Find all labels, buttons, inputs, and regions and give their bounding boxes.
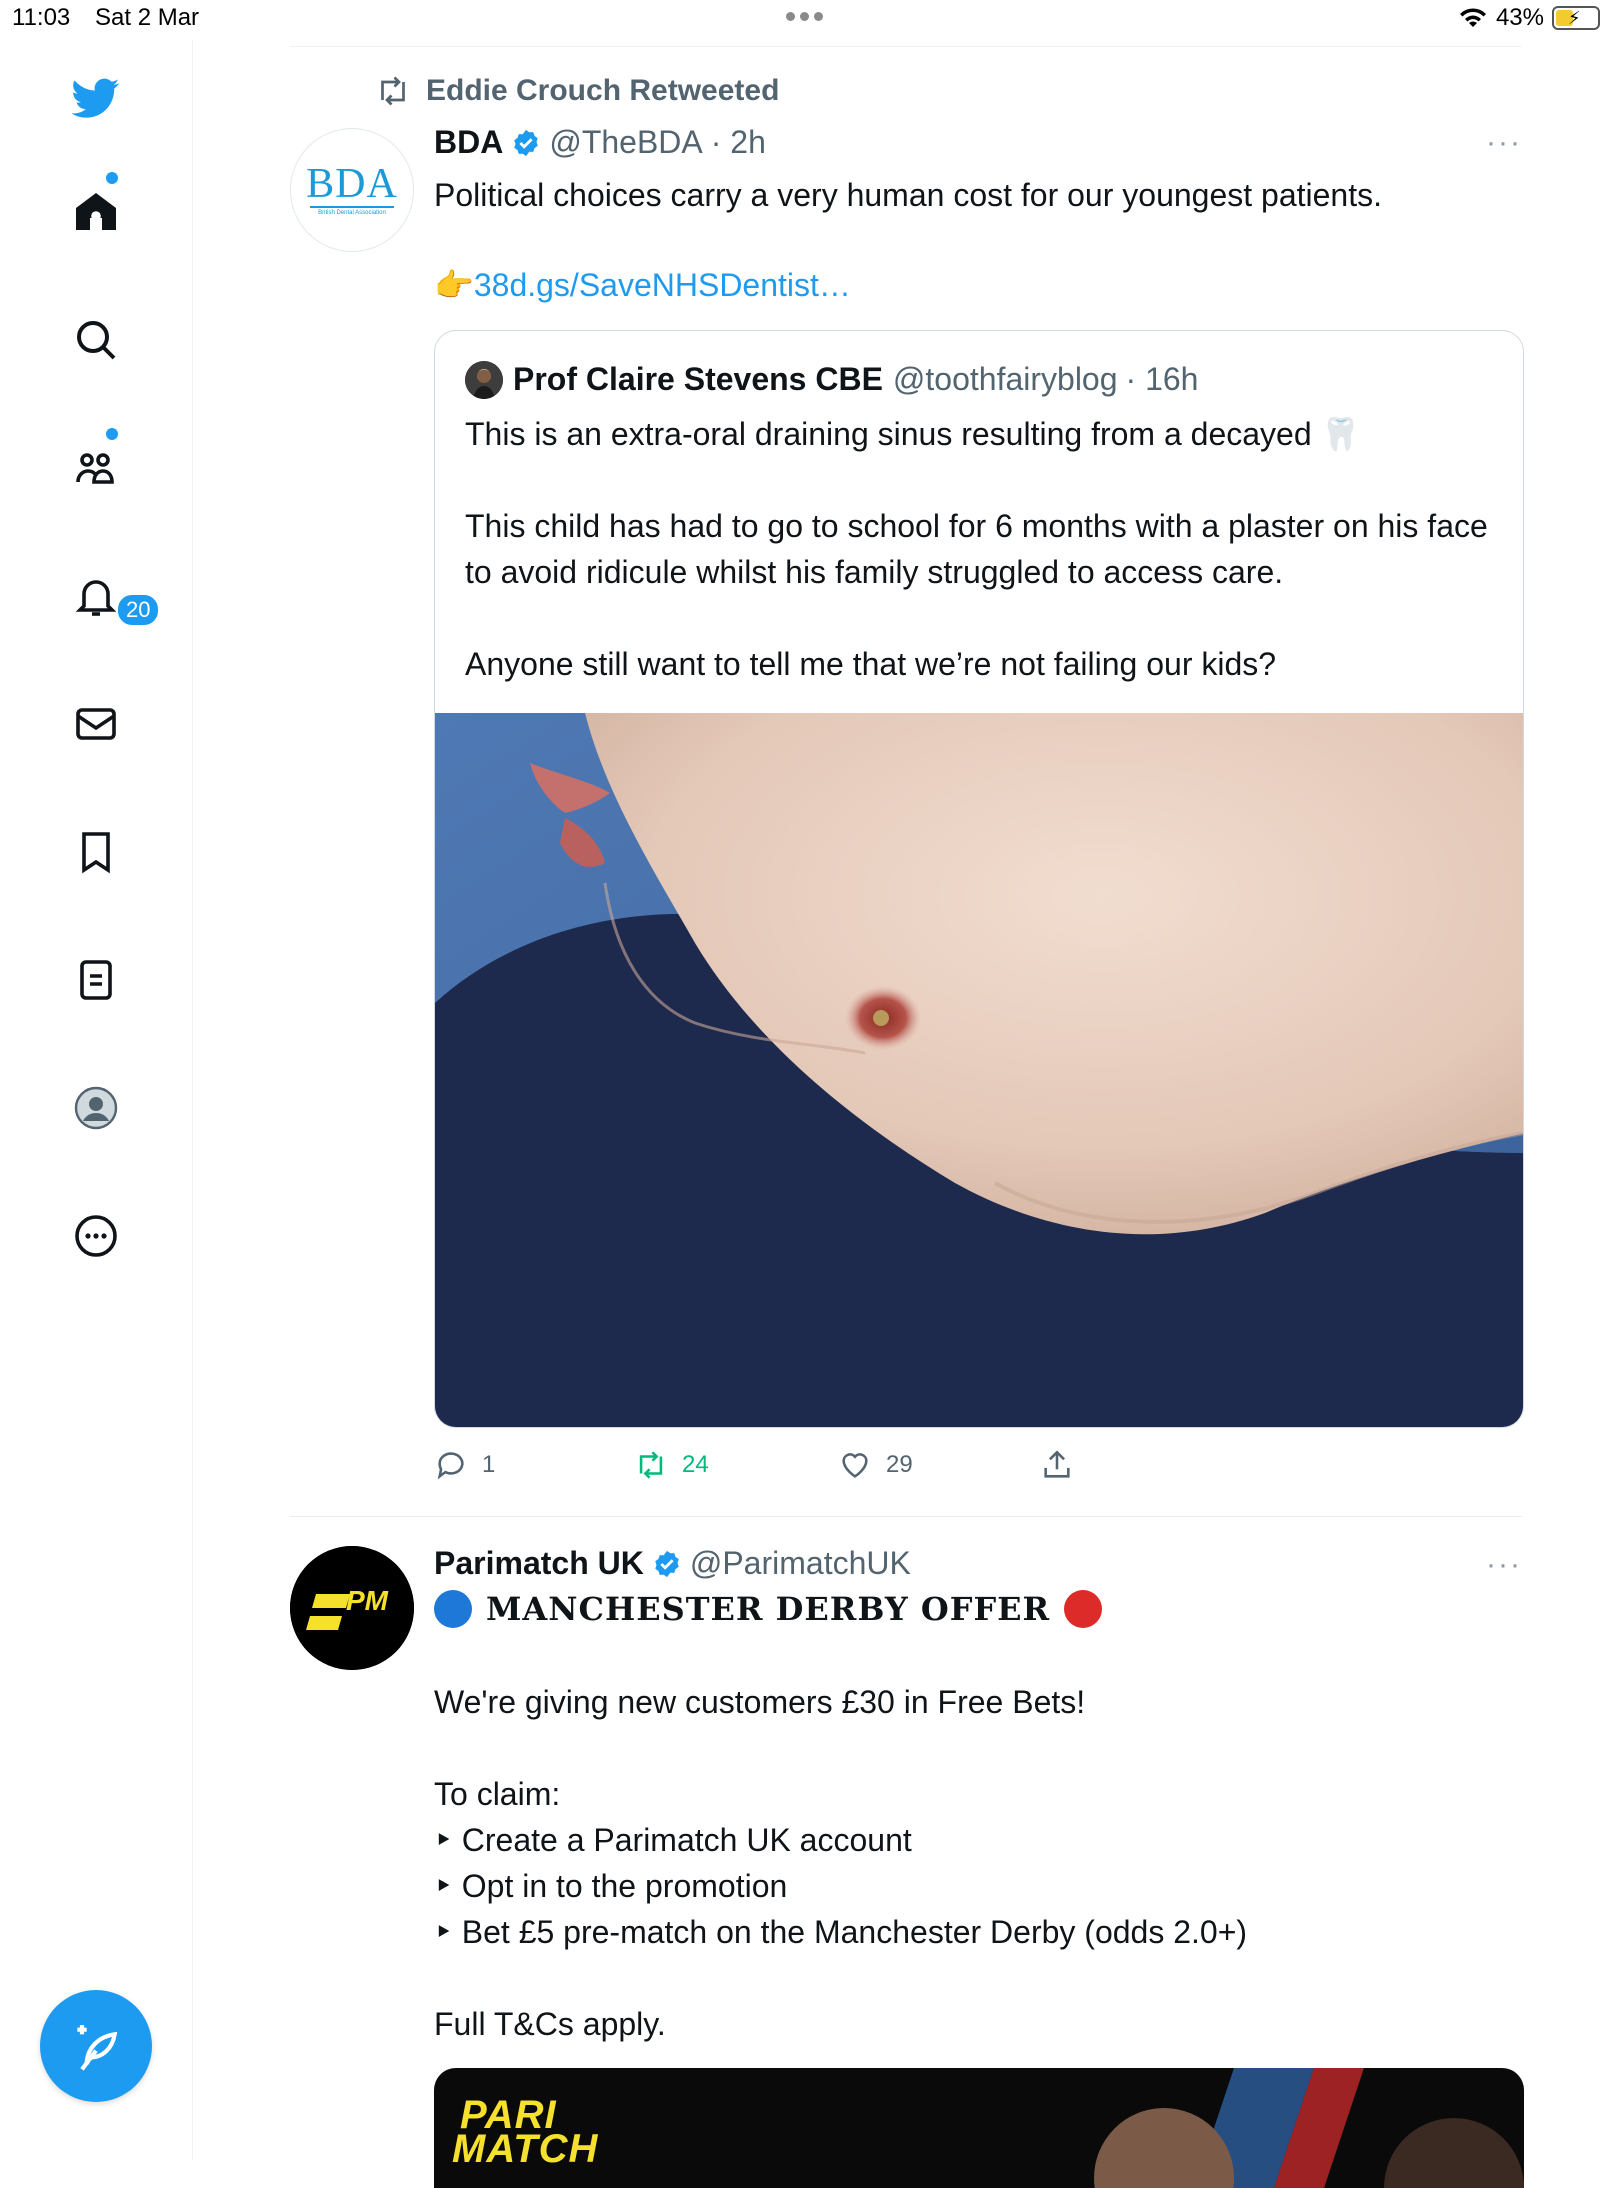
body-line: We're giving new customers £30 in Free B… [434,1684,1086,1720]
brand-line-2: MATCH [452,2127,599,2171]
quote-text: This is an extra-oral draining sinus res… [465,416,1488,682]
bookmark-icon [82,832,110,874]
status-indicators: 43% ⚡ [1458,4,1600,32]
quote-header: Prof Claire Stevens CBE @toothfairyblog … [513,361,1198,398]
link-text: 38d.gs/SaveNHSDentist… [473,267,851,303]
tweet-time[interactable]: · 2h [711,124,766,161]
reply-button[interactable]: 1 [434,1448,495,1482]
quote-author-avatar[interactable] [465,361,503,399]
pm-avatar-text: PM [346,1585,389,1616]
communities-icon [76,453,114,484]
tweet1-text: Political choices carry a very human cos… [434,177,1382,213]
bda-logo-subtext: British Dental Association [318,210,386,216]
bda-avatar[interactable]: BDA British Dental Association [290,128,414,252]
headline-text: MANCHESTER DERBY OFFER [486,1590,1051,1628]
tweet2-body: We're giving new customers £30 in Free B… [434,1679,1514,2047]
quote-author-name[interactable]: Prof Claire Stevens CBE [513,361,883,398]
tweet2-headline: MANCHESTER DERBY OFFER [434,1590,1103,1628]
retweet-icon [381,76,405,106]
blue-circle-emoji-icon [434,1590,472,1628]
tweet-separator [290,1516,1522,1517]
wifi-icon [1459,8,1486,27]
author-handle[interactable]: @ParimatchUK [690,1545,911,1582]
retweet-button[interactable]: 24 [634,1448,709,1482]
body-line: ‣ Opt in to the promotion [434,1868,788,1904]
bell-icon [75,580,117,616]
reply-count: 1 [482,1451,496,1478]
quote-time[interactable]: · 16h [1126,361,1199,398]
mail-icon [76,708,116,740]
sidebar: 20 [0,40,193,2160]
battery-icon: ⚡ [1552,6,1600,30]
nav-messages[interactable] [66,694,126,754]
body-line: ‣ Bet £5 pre-match on the Manchester Der… [434,1914,1248,1950]
multitasking-dots-icon[interactable] [786,8,832,21]
nav-bookmarks[interactable] [66,822,126,882]
nav-explore[interactable] [66,310,126,370]
body-line [434,1725,1514,1771]
retweet-context[interactable]: Eddie Crouch Retweeted [374,74,779,108]
list-icon [80,960,112,1000]
more-circle-icon [75,1215,117,1257]
status-bar: 11:03 Sat 2 Mar 43% ⚡ [0,0,1620,40]
promo-media-card[interactable]: PARI MATCH [434,2068,1524,2188]
body-line: To claim: [434,1776,561,1812]
quote-author-handle[interactable]: @toothfairyblog [893,361,1118,398]
communities-unread-dot [106,428,118,440]
status-time: 11:03 [12,4,71,31]
author-name[interactable]: Parimatch UK [434,1545,644,1582]
quote-tweet[interactable]: Prof Claire Stevens CBE @toothfairyblog … [434,330,1524,1428]
battery-percent: 43% [1495,4,1544,31]
body-line: Full T&Cs apply. [434,2006,666,2042]
like-button[interactable]: 29 [838,1448,913,1482]
notifications-badge: 20 [116,593,161,627]
reply-icon [437,1452,464,1480]
verified-badge-icon [655,1550,679,1577]
body-line [434,1955,1514,2001]
tweet-more-menu[interactable]: ··· [1486,126,1522,160]
home-unread-dot [106,172,118,184]
author-handle[interactable]: @TheBDA [549,124,702,161]
tweet1-actions: 1 24 29 [434,1448,1134,1488]
parimatch-logo: PARI MATCH [452,2095,598,2169]
bda-logo: BDA [306,161,398,207]
point-right-emoji-icon: 👉 [434,267,474,303]
compose-feather-icon [77,2025,118,2071]
heart-icon [842,1453,868,1478]
tweet-more-menu[interactable]: ··· [1486,1548,1522,1582]
body-line: ‣ Create a Parimatch UK account [434,1822,912,1858]
twitter-logo-icon[interactable] [66,68,126,128]
profile-icon [74,1086,118,1130]
quote-photo[interactable] [435,713,1523,1427]
retweet-icon [639,1451,663,1479]
like-count: 29 [886,1451,913,1478]
nav-more[interactable] [66,1206,126,1266]
retweet-count: 24 [682,1451,709,1478]
nav-home[interactable] [66,182,126,242]
author-name[interactable]: BDA [434,124,503,161]
tweet1-link[interactable]: 👉38d.gs/SaveNHSDentist… [434,266,851,304]
nav-communities[interactable] [66,438,126,498]
nav-lists[interactable] [66,950,126,1010]
compose-tweet-button[interactable] [40,1990,152,2102]
tweet2-header: Parimatch UK @ParimatchUK [434,1545,911,1582]
share-icon [1044,1450,1070,1478]
nav-profile[interactable] [66,1078,126,1138]
tweet1-header: BDA @TheBDA · 2h [434,124,766,161]
red-circle-emoji-icon [1064,1590,1103,1628]
verified-badge-icon [514,129,539,156]
search-icon [77,321,116,360]
parimatch-avatar[interactable]: PM [290,1546,414,1670]
home-icon [76,193,116,230]
status-date: Sat 2 Mar [95,4,200,31]
share-button[interactable] [1040,1448,1074,1482]
retweeted-by-label: Eddie Crouch Retweeted [426,74,780,107]
timeline [290,46,1522,47]
